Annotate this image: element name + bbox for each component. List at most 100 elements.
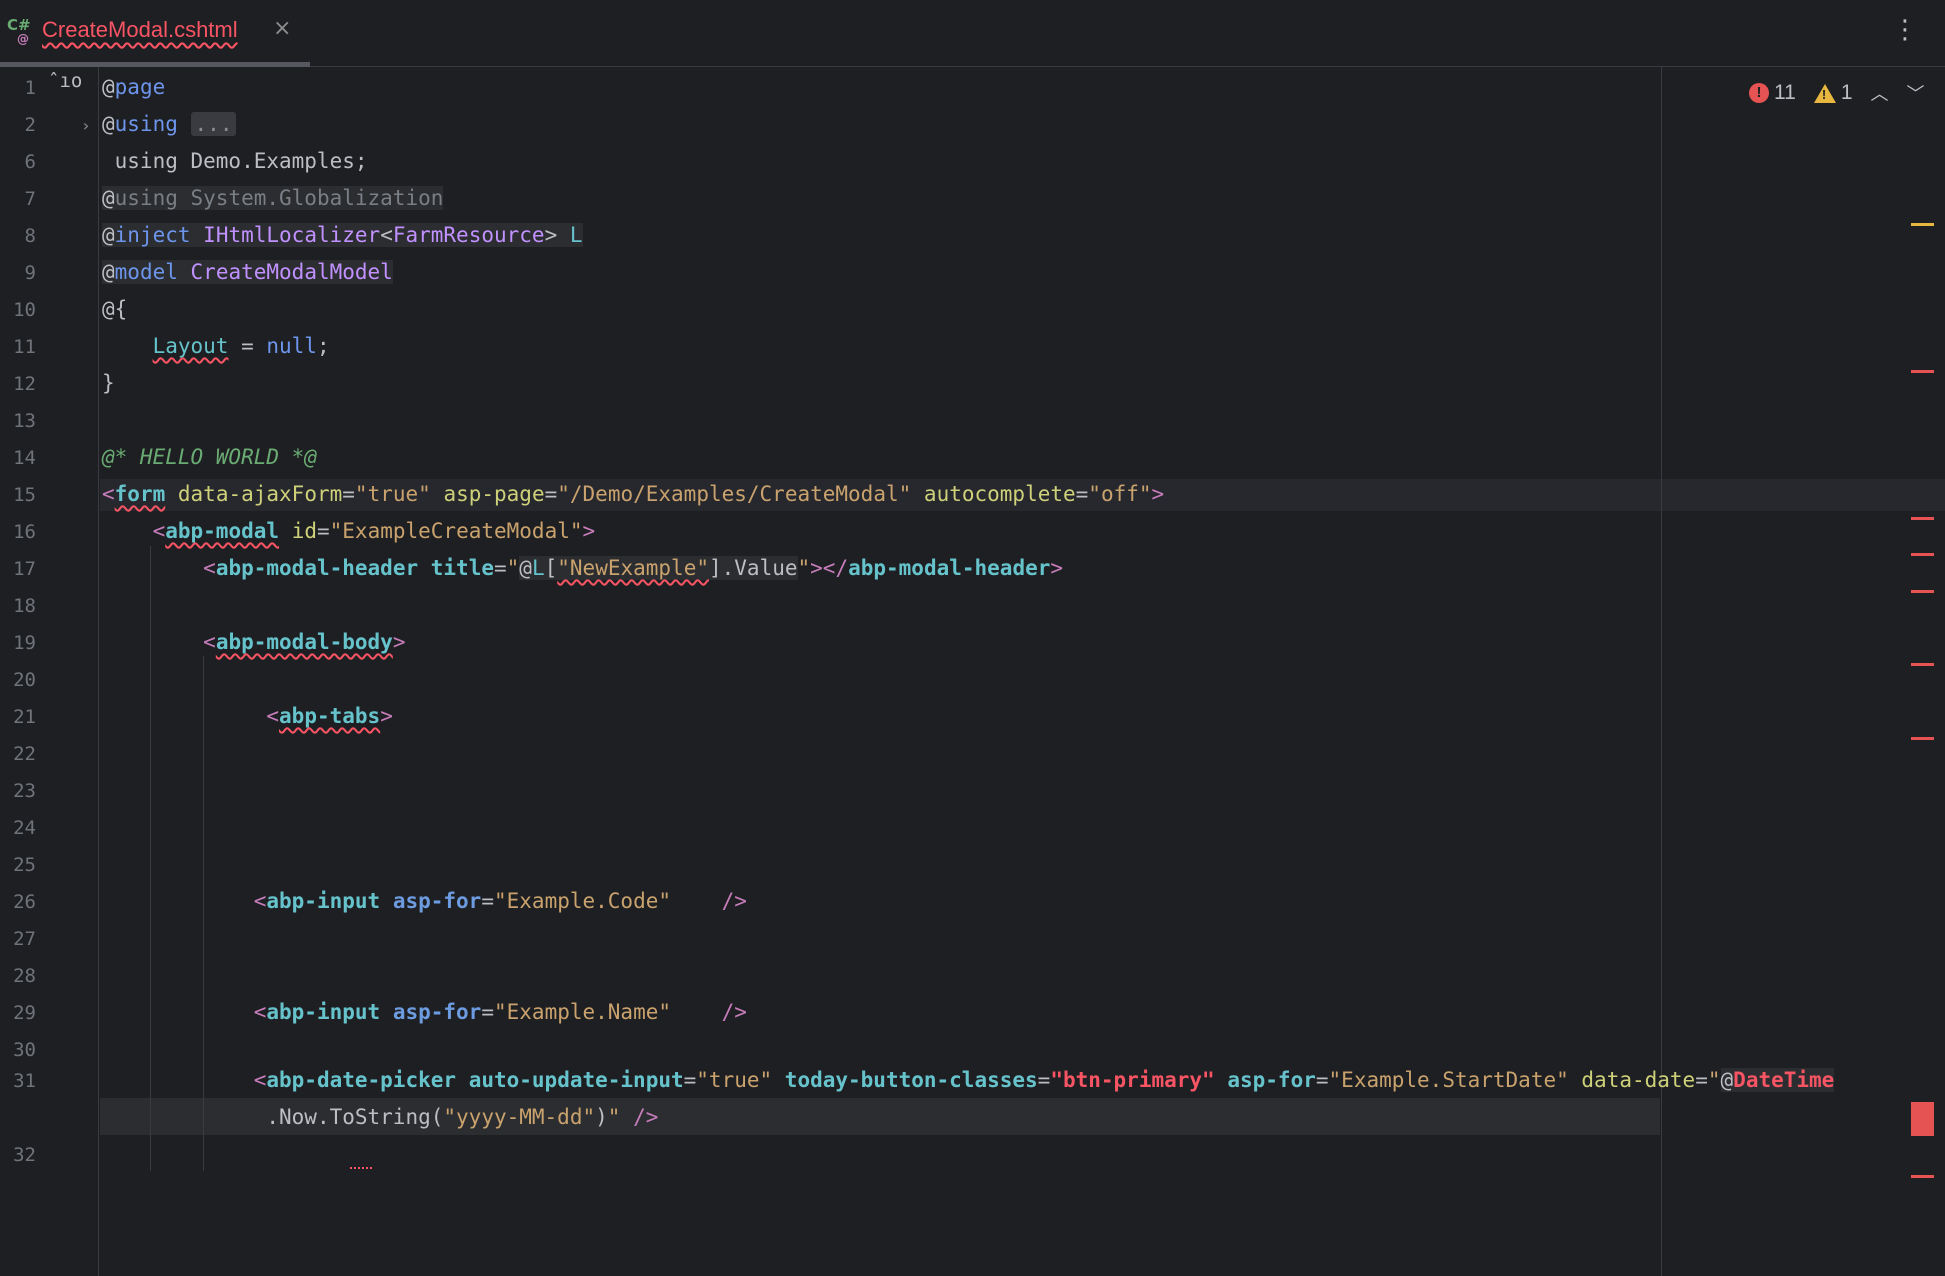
attr-name: data-ajaxForm [177, 482, 343, 506]
code-line-16: <abp-modal id="ExampleCreateModal"> [152, 519, 596, 543]
error-stripe-marker[interactable] [1911, 553, 1934, 556]
line-number: 31 [13, 1070, 36, 1092]
operator: = [228, 334, 267, 358]
abp-input-tag: abp-input [266, 889, 381, 913]
code-line-10: @{ [102, 297, 128, 321]
error-count[interactable]: ! 11 [1749, 81, 1796, 105]
line-number: 7 [24, 188, 36, 210]
code-line-1: @page [102, 75, 166, 99]
line-number: 2 [24, 114, 36, 136]
abp-modal-header-tag: abp-modal-header [215, 556, 419, 580]
attr-value: "ExampleCreateModal" [329, 519, 583, 543]
line-number: 18 [13, 595, 36, 617]
code-line-31-wrap: .Now.ToString("yyyy-MM-dd")" /> [102, 1104, 658, 1130]
code-line-29: <abp-input asp-for="Example.Name" /> [253, 1000, 747, 1024]
attr-value: "btn-primary" [1050, 1068, 1215, 1092]
code-line-2: @using ... [102, 111, 237, 137]
error-stripe-marker[interactable] [1911, 1102, 1934, 1136]
code-line-8: @inject IHtmlLocalizer<FarmResource> L [102, 223, 583, 247]
line-number: 28 [13, 965, 36, 987]
attr-name: asp-for [392, 889, 482, 913]
error-stripe-marker[interactable] [1911, 590, 1934, 593]
attr-name: id [291, 519, 317, 543]
inspection-widget[interactable]: ! 11 ! 1 ︿ ﹀ [1749, 80, 1925, 106]
directive-page: page [114, 75, 166, 99]
model-type: CreateModalModel [190, 260, 393, 284]
error-stripe-marker[interactable] [1911, 663, 1934, 666]
attr-value: "off" [1088, 482, 1152, 506]
tab-label[interactable]: CreateModal.cshtml [42, 17, 238, 43]
line-number: 8 [24, 225, 36, 247]
code-line-7: @using System.Globalization [102, 186, 444, 210]
attr-name: autocomplete [923, 482, 1076, 506]
line-number: 22 [13, 743, 36, 765]
layout-variable: Layout [152, 334, 229, 358]
code-line-26: <abp-input asp-for="Example.Code" /> [253, 889, 747, 913]
error-stripe-marker[interactable] [1911, 1175, 1934, 1178]
attr-value: "true" [696, 1068, 773, 1092]
abp-modal-tag: abp-modal [165, 519, 280, 543]
method-call: .Now.ToString( [266, 1105, 444, 1129]
tab-createmodal[interactable]: C# @ CreateModal.cshtml × [0, 0, 310, 67]
editor-tab-bar: C# @ CreateModal.cshtml × ⋮ [0, 0, 1945, 67]
code-line-21: <abp-tabs> [266, 704, 393, 728]
code-line-11: Layout = null; [102, 333, 330, 359]
attr-value: "/Demo/Examples/CreateModal" [557, 482, 912, 506]
line-number: 16 [13, 521, 36, 543]
code-line-31: <abp-date-picker auto-update-input="true… [253, 1068, 1835, 1092]
warning-stripe-marker[interactable] [1911, 223, 1934, 226]
line-number: 27 [13, 928, 36, 950]
line-number: 14 [13, 447, 36, 469]
abp-tabs-tag: abp-tabs [279, 704, 381, 728]
code-line-14: @* HELLO WORLD *@ [102, 444, 317, 470]
warning-icon: ! [1813, 83, 1836, 103]
next-problem-icon[interactable]: ﹀ [1907, 80, 1925, 106]
format-string: "yyyy-MM-dd" [443, 1105, 596, 1129]
previous-problem-icon[interactable]: ︿ [1871, 80, 1889, 106]
code-line-9: @model CreateModalModel [102, 260, 393, 284]
variable-name: L [569, 223, 583, 247]
csharp-razor-file-icon: C# @ [7, 18, 31, 47]
warning-count[interactable]: ! 1 [1813, 81, 1853, 105]
line-number: 10 [13, 299, 36, 321]
code-line-6: using Demo.Examples; [102, 149, 368, 173]
abp-modal-body-tag: abp-modal-body [215, 630, 393, 654]
self-close: /> [620, 1105, 659, 1129]
attr-name: auto-update-input [468, 1068, 684, 1092]
abp-input-tag: abp-input [266, 1000, 381, 1024]
attr-value: "Example.Name" [494, 1000, 672, 1024]
code-line-12: } [102, 371, 115, 395]
line-number: 25 [13, 854, 36, 876]
attr-name: asp-page [443, 482, 545, 506]
directive-using: using [114, 112, 178, 136]
warning-icon-glyph: ! [1821, 86, 1827, 102]
type-name: IHtmlLocalizer [203, 223, 381, 247]
more-options-icon[interactable]: ⋮ [1892, 15, 1918, 45]
attr-name: data-date [1581, 1068, 1696, 1092]
line-number: 29 [13, 1002, 36, 1024]
attr-name: asp-for [392, 1000, 482, 1024]
line-number: 12 [13, 373, 36, 395]
line-number: 20 [13, 669, 36, 691]
folded-region[interactable]: ... [190, 112, 237, 136]
right-margin-guide [1661, 67, 1662, 1276]
code-line-19: <abp-modal-body> [203, 630, 406, 654]
code-line-17: <abp-modal-header title="@L["NewExample"… [203, 556, 1064, 580]
error-stripe-marker[interactable] [1911, 370, 1934, 373]
navigate-icon[interactable]: ˆıo [48, 70, 82, 92]
form-tag: form [114, 482, 166, 506]
fold-expand-icon[interactable]: › [81, 116, 91, 135]
attr-name: title [430, 556, 494, 580]
close-icon[interactable]: × [273, 16, 291, 41]
line-number: 6 [24, 151, 36, 173]
error-stripe-marker[interactable] [1911, 737, 1934, 740]
code-editor[interactable] [0, 67, 1945, 1276]
file-icon-bottom: @ [17, 32, 29, 46]
line-number: 13 [13, 410, 36, 432]
line-number: 17 [13, 558, 36, 580]
error-stripe-marker[interactable] [1911, 517, 1934, 520]
quote: " [607, 1105, 621, 1129]
line-number: 26 [13, 891, 36, 913]
line-number: 30 [13, 1039, 36, 1061]
paren: ) [595, 1105, 608, 1129]
